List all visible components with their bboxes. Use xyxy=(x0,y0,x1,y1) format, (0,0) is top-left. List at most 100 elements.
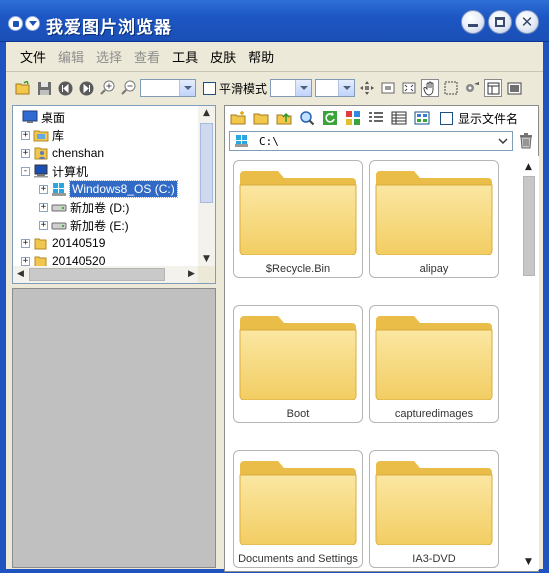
folder-thumbnail[interactable]: $Recycle.Bin xyxy=(233,160,363,278)
tree-item-desktop[interactable]: 桌面 xyxy=(19,108,65,126)
tree-item-drive-e[interactable]: + 新加卷 (E:) xyxy=(39,216,129,234)
fit-icon[interactable] xyxy=(379,79,397,97)
expand-icon[interactable]: + xyxy=(21,238,30,248)
scroll-right-icon[interactable]: ▶ xyxy=(184,267,199,282)
scroll-left-icon[interactable]: ◀ xyxy=(13,267,28,282)
scroll-up-icon[interactable]: ▲ xyxy=(521,160,536,175)
window-title: 我爱图片浏览器 xyxy=(46,18,172,38)
tree-item-folder-20140519[interactable]: + 20140519 xyxy=(21,234,105,252)
tree-item-drive-d[interactable]: + 新加卷 (D:) xyxy=(39,198,129,216)
open-folder-icon[interactable] xyxy=(252,109,270,127)
folder-thumbnail[interactable]: Boot xyxy=(233,305,363,423)
chevron-down-icon[interactable] xyxy=(495,133,511,149)
last-icon[interactable] xyxy=(77,79,95,97)
menu-select[interactable]: 选择 xyxy=(90,48,128,68)
expand-icon[interactable]: + xyxy=(39,202,48,212)
expand-icon[interactable]: + xyxy=(21,256,30,266)
tree-item-label: 库 xyxy=(52,128,65,143)
mode-combo-1[interactable] xyxy=(270,79,313,97)
collapse-icon[interactable]: - xyxy=(21,166,30,176)
expand-icon[interactable]: + xyxy=(39,220,48,230)
tree-horizontal-scrollbar[interactable]: ◀ ▶ xyxy=(13,266,199,283)
windows-drive-icon xyxy=(51,182,67,196)
system-menu-icon[interactable] xyxy=(8,16,23,31)
refresh-icon[interactable] xyxy=(321,109,339,127)
expand-icon[interactable]: + xyxy=(21,130,30,140)
zoom-out-icon[interactable] xyxy=(119,79,137,97)
grid-vertical-scrollbar[interactable]: ▲ ▼ xyxy=(520,160,537,570)
expand-icon[interactable]: + xyxy=(39,184,48,194)
select-icon[interactable] xyxy=(442,79,460,97)
windows-drive-icon xyxy=(234,134,250,148)
detail-view-icon[interactable] xyxy=(390,109,408,127)
smooth-mode-checkbox[interactable] xyxy=(203,81,216,95)
folder-thumbnail[interactable]: Documents and Settings xyxy=(233,450,363,568)
folder-name: Boot xyxy=(286,408,310,420)
scroll-thumb[interactable] xyxy=(523,176,535,276)
maximize-button[interactable] xyxy=(488,10,512,34)
desktop-icon xyxy=(22,110,38,124)
folder-icon xyxy=(239,461,357,545)
user-icon xyxy=(33,146,49,160)
library-icon xyxy=(33,128,49,142)
path-combo[interactable]: C:\ xyxy=(229,131,513,151)
folder-tree: 桌面 + 库 + chenshan - 计算机 + Windows8_OS (C… xyxy=(12,105,216,284)
filter-icon[interactable] xyxy=(344,109,362,127)
smooth-mode-label: 平滑模式 xyxy=(219,81,268,96)
file-browser: 显示文件名 C:\ $Recycle.Bin alipay Boot captu… xyxy=(224,105,539,572)
actual-size-icon[interactable] xyxy=(400,79,418,97)
slideshow-icon[interactable] xyxy=(505,79,523,97)
menu-edit[interactable]: 编辑 xyxy=(52,48,90,68)
expand-icon[interactable]: + xyxy=(21,148,30,158)
folder-thumbnail[interactable]: alipay xyxy=(369,160,499,278)
chevron-down-icon[interactable] xyxy=(25,16,40,31)
thumbnail-view-icon[interactable] xyxy=(413,109,431,127)
first-icon[interactable] xyxy=(56,79,74,97)
folder-thumbnail[interactable]: IA3-DVD xyxy=(369,450,499,568)
menu-tools[interactable]: 工具 xyxy=(166,48,204,68)
list-view-icon[interactable] xyxy=(367,109,385,127)
tree-item-library[interactable]: + 库 xyxy=(21,126,64,144)
tree-item-computer[interactable]: - 计算机 xyxy=(21,162,88,180)
view-icon[interactable] xyxy=(484,79,503,97)
scroll-thumb[interactable] xyxy=(200,123,213,203)
hand-icon[interactable] xyxy=(421,79,440,97)
save-icon[interactable] xyxy=(35,79,53,97)
tree-item-label: 计算机 xyxy=(52,164,89,179)
menu-help[interactable]: 帮助 xyxy=(242,48,280,68)
menu-view[interactable]: 查看 xyxy=(128,48,166,68)
zoom-in-icon[interactable] xyxy=(98,79,116,97)
tree-item-drive-c[interactable]: + Windows8_OS (C:) xyxy=(39,180,178,198)
folder-icon xyxy=(375,461,493,545)
tree-item-label: 桌面 xyxy=(41,110,66,125)
folder-name: IA3-DVD xyxy=(412,553,456,565)
scroll-down-icon[interactable]: ▼ xyxy=(521,555,536,570)
move-icon[interactable] xyxy=(358,79,376,97)
scroll-thumb[interactable] xyxy=(29,268,165,281)
tree-vertical-scrollbar[interactable]: ▲ ▼ xyxy=(198,106,215,267)
open-folder-icon[interactable] xyxy=(14,79,32,97)
show-filename-checkbox[interactable] xyxy=(440,111,453,125)
minimize-button[interactable] xyxy=(461,10,485,34)
title-bar: 我爱图片浏览器 ✕ xyxy=(0,0,549,42)
menu-skin[interactable]: 皮肤 xyxy=(204,48,242,68)
tree-item-user[interactable]: + chenshan xyxy=(21,144,104,162)
search-icon[interactable] xyxy=(298,109,316,127)
settings-icon[interactable] xyxy=(463,79,481,97)
folder-icon xyxy=(375,316,493,400)
browser-toolbar: 显示文件名 xyxy=(225,106,538,130)
new-folder-icon[interactable] xyxy=(229,109,247,127)
path-text: C:\ xyxy=(259,134,279,148)
menu-file[interactable]: 文件 xyxy=(14,48,52,68)
scroll-down-icon[interactable]: ▼ xyxy=(199,252,214,267)
up-folder-icon[interactable] xyxy=(275,109,293,127)
folder-thumbnail[interactable]: capturedimages xyxy=(369,305,499,423)
zoom-combo[interactable] xyxy=(140,79,196,97)
drive-icon xyxy=(51,218,67,232)
scroll-up-icon[interactable]: ▲ xyxy=(199,106,214,121)
folder-name: Documents and Settings xyxy=(238,553,358,565)
folder-icon xyxy=(33,236,49,250)
mode-combo-2[interactable] xyxy=(315,79,356,97)
trash-icon[interactable] xyxy=(517,132,535,150)
close-button[interactable]: ✕ xyxy=(515,10,539,34)
